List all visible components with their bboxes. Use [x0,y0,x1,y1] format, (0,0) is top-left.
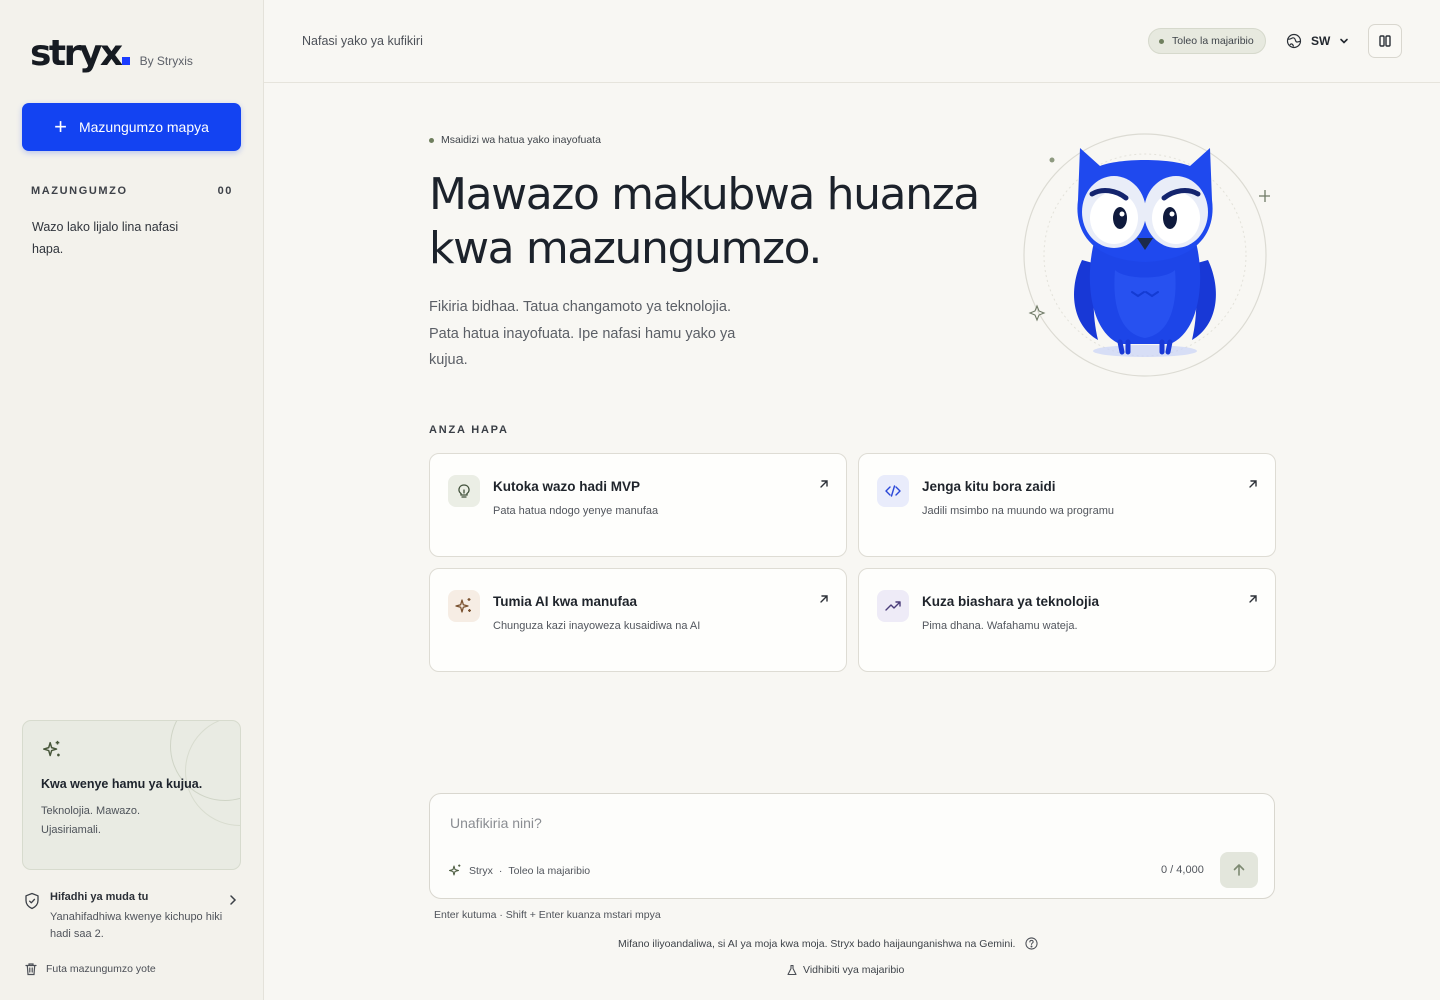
card-subtitle: Pata hatua ndogo yenye manufaa [493,505,659,517]
beta-badge-label: Toleo la majaribio [1172,35,1254,47]
beta-badge: Toleo la majaribio [1148,28,1266,54]
test-controls-label: Vidhibiti vya majaribio [803,964,905,976]
top-bar: Nafasi yako ya kufikiri Toleo la majarib… [264,0,1440,83]
owl-mascot [1020,130,1271,380]
trash-icon [25,963,37,976]
card-title: Jenga kitu bora zaidi [922,479,1056,494]
sparkles-icon [448,590,480,622]
card-title: Kutoka wazo hadi MVP [493,479,641,494]
mode-label: Toleo la majaribio [508,864,591,877]
chevron-down-icon [1340,38,1349,44]
character-count: 0 / 4,000 [1161,864,1204,876]
start-section-heading: ANZA HAPA [429,424,509,436]
test-controls-link[interactable]: Vidhibiti vya majaribio [786,964,904,976]
meta-separator: · [498,864,503,877]
globe-icon [1286,33,1302,49]
delete-all-button[interactable]: Futa mazungumzo yote [24,962,156,976]
trending-up-icon [877,590,909,622]
arrow-up-right-icon [820,595,828,603]
new-chat-label: Mazungumzo mapya [78,119,209,135]
storage-title: Hifadhi ya muda tu [50,891,149,903]
sparkles-icon [43,740,60,757]
hero-title: Mawazo makubwa huanza kwa mazungumzo. [429,169,980,274]
logo-wordmark: stryx [30,33,123,74]
chevron-right-icon [230,895,237,905]
sidebar: stryx By Stryxis + Mazungumzo mapya MAZU… [0,0,264,1000]
suggestion-card-ai[interactable]: Tumia AI kwa manufaa Chunguza kazi inayo… [429,568,847,672]
disclaimer-text: Mifano iliyoandaliwa, si AI ya moja kwa … [618,937,1016,950]
keyboard-hint: Enter kutuma · Shift + Enter kuanza msta… [434,909,661,921]
composer-meta: Stryx · Toleo la majaribio [448,863,590,878]
hero-eyebrow: Msaidizi wa hatua yako inayofuata [429,134,601,146]
card-title: Kuza biashara ya teknolojia [922,594,1100,609]
message-input[interactable] [450,812,1230,834]
conversations-header: MAZUNGUMZO 00 [31,185,233,197]
flask-icon [787,964,797,976]
logo-byline: By Stryxis [139,54,193,68]
arrow-up-right-icon [1249,480,1257,488]
eyebrow-dot [429,137,434,143]
logo-dot [121,57,130,65]
card-title: Tumia AI kwa manufaa [493,594,638,609]
new-chat-button[interactable]: + Mazungumzo mapya [22,103,241,151]
delete-all-label: Futa mazungumzo yote [46,963,156,975]
storage-info[interactable]: Hifadhi ya muda tu Yanahifadhiwa kwenye … [22,888,241,940]
suggestion-card-build[interactable]: Jenga kitu bora zaidi Jadili msimbo na m… [858,453,1276,557]
breadcrumb: Nafasi yako ya kufikiri [302,34,423,48]
arrow-up-right-icon [820,480,828,488]
status-dot [1159,38,1164,44]
suggestion-card-mvp[interactable]: Kutoka wazo hadi MVP Pata hatua ndogo ye… [429,453,847,557]
plus-icon: + [54,114,67,139]
conversations-heading: MAZUNGUMZO [31,185,128,197]
code-icon [877,475,909,507]
conversations-count: 00 [217,185,233,197]
language-selector[interactable]: SW [1286,30,1349,52]
shield-check-icon [25,892,39,910]
lightbulb-icon [448,475,480,507]
language-code: SW [1311,34,1331,48]
panel-icon [1379,35,1391,47]
card-subtitle: Pima dhana. Wafahamu wateja. [922,620,1078,632]
message-composer: Stryx · Toleo la majaribio 0 / 4,000 [429,793,1275,899]
model-label: Stryx [469,864,493,877]
promo-title: Kwa wenye hamu ya kujua. [41,777,203,791]
arrow-up-right-icon [1249,595,1257,603]
card-subtitle: Chunguza kazi inayoweza kusaidiwa na AI [493,620,701,632]
suggestion-card-business[interactable]: Kuza biashara ya teknolojia Pima dhana. … [858,568,1276,672]
promo-subtitle: Teknolojia. Mawazo. Ujasiriamali. [41,805,141,836]
arrow-up-icon [1233,864,1245,876]
owl-illustration [1023,133,1271,377]
hero-eyebrow-label: Msaidizi wa hatua yako inayofuata [441,134,601,146]
help-circle-icon[interactable] [1025,937,1039,950]
brand-logo[interactable]: stryx By Stryxis [30,34,193,74]
conversations-empty-text: Wazo lako lijalo lina nafasi hapa. [32,220,179,256]
disclaimer: Mifano iliyoandaliwa, si AI ya moja kwa … [618,937,1039,950]
sparkles-icon [448,864,461,876]
storage-subtitle: Yanahifadhiwa kwenye kichupo hiki hadi s… [50,911,223,940]
promo-card: Kwa wenye hamu ya kujua. Teknolojia. Maw… [22,720,241,870]
hero-subtitle: Fikiria bidhaa. Tatua changamoto ya tekn… [429,299,736,368]
card-subtitle: Jadili msimbo na muundo wa programu [922,505,1114,517]
send-button[interactable] [1220,852,1258,888]
toggle-panel-button[interactable] [1368,24,1402,58]
